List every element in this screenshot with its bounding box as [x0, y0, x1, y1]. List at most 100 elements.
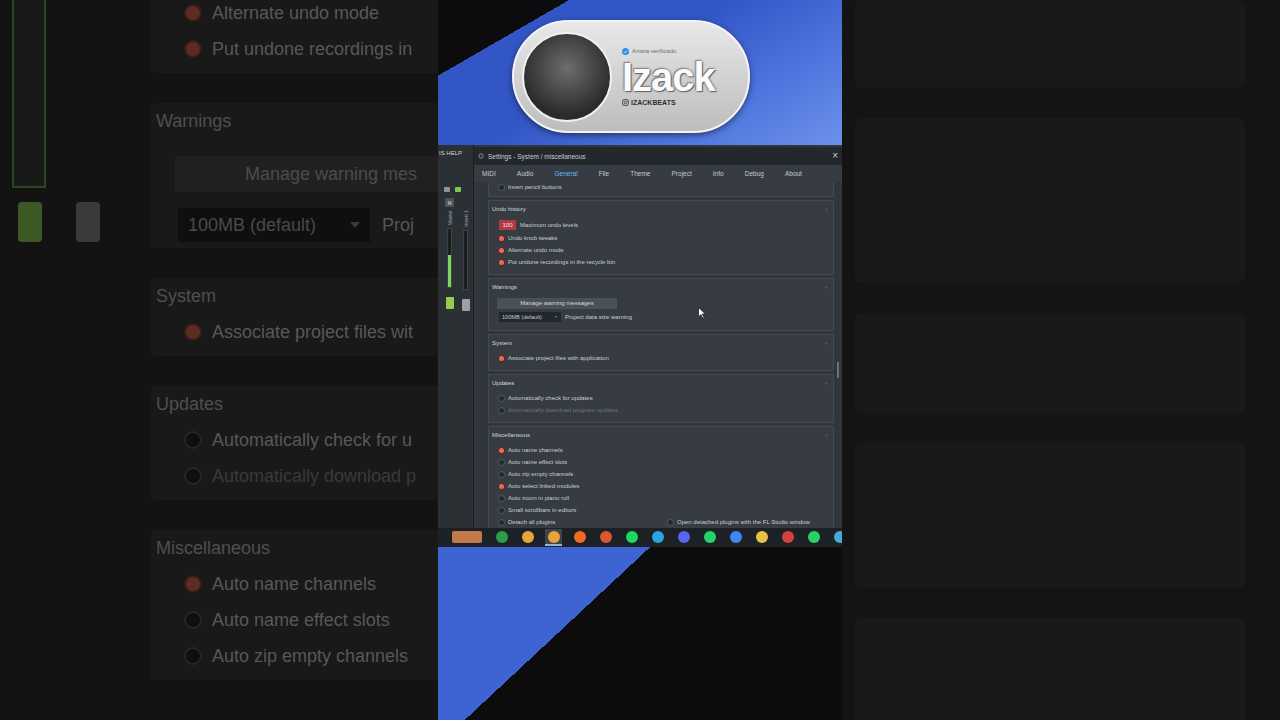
mute-badge[interactable]: M: [445, 198, 454, 207]
radio-dot[interactable]: [499, 484, 504, 489]
channel-fader[interactable]: [446, 297, 454, 309]
app-icon: [652, 531, 664, 543]
number-row: 100Maximum undo levels: [489, 218, 833, 232]
scrollbar[interactable]: [834, 182, 842, 528]
backdrop-heading: Updates: [156, 386, 438, 422]
taskbar-app[interactable]: [519, 529, 536, 546]
radio-dot[interactable]: [499, 460, 504, 465]
settings-tab[interactable]: About: [785, 170, 802, 177]
taskbar-app[interactable]: [831, 529, 842, 546]
taskbar-app[interactable]: [805, 529, 822, 546]
backdrop-panel: [855, 0, 1245, 88]
backdrop-panel: [855, 313, 1245, 413]
action-button[interactable]: Manage warning messages: [497, 298, 617, 309]
taskbar-app[interactable]: [571, 529, 588, 546]
radio-dot[interactable]: [499, 408, 504, 413]
collapse-icon[interactable]: [824, 207, 829, 212]
taskbar-app[interactable]: [675, 529, 692, 546]
radio-option[interactable]: Auto select linked modules: [499, 483, 579, 489]
video-frame: Alternate undo mode Put undone recordings…: [0, 0, 1280, 720]
number-field[interactable]: 100: [499, 220, 516, 230]
collapse-icon[interactable]: [824, 433, 829, 438]
radio-dot[interactable]: [499, 448, 504, 453]
taskbar-app[interactable]: [727, 529, 744, 546]
radio-dot[interactable]: [499, 185, 504, 190]
collapse-icon[interactable]: [824, 285, 829, 290]
app-icon: [452, 531, 482, 543]
collapse-icon[interactable]: [824, 381, 829, 386]
backdrop-radio-row: Associate project files wit: [156, 314, 438, 350]
settings-tab[interactable]: File: [599, 170, 609, 177]
settings-tab[interactable]: Debug: [745, 170, 764, 177]
mute-badge[interactable]: [461, 198, 470, 207]
settings-tab[interactable]: General: [554, 170, 577, 177]
radio-dot[interactable]: [499, 496, 504, 501]
taskbar-app[interactable]: [753, 529, 770, 546]
settings-tab[interactable]: Project: [672, 170, 692, 177]
section-header[interactable]: Warnings: [489, 281, 833, 293]
radio-option[interactable]: Automatically check for updates: [499, 395, 593, 401]
mixer-channel[interactable]: Insert 1: [459, 198, 472, 311]
radio-option[interactable]: Undo knob tweaks: [499, 235, 557, 241]
app-icon: [704, 531, 716, 543]
taskbar-app[interactable]: [597, 529, 614, 546]
radio-option[interactable]: Open detached plugins with the FL Studio…: [668, 519, 833, 525]
radio-option[interactable]: Automatically download program updates: [499, 407, 618, 413]
section-header[interactable]: Miscellaneous: [489, 429, 833, 441]
taskbar-app[interactable]: [493, 529, 510, 546]
settings-tab[interactable]: Info: [713, 170, 724, 177]
radio-dot[interactable]: [499, 520, 504, 525]
taskbar-app[interactable]: [623, 529, 640, 546]
settings-tab[interactable]: MIDI: [482, 170, 496, 177]
radio-option[interactable]: Alternate undo mode: [499, 247, 564, 253]
tool-icon[interactable]: [455, 187, 461, 192]
section-header[interactable]: System: [489, 337, 833, 349]
app-icon: [626, 531, 638, 543]
close-button[interactable]: ×: [832, 151, 838, 161]
collapse-icon[interactable]: [824, 341, 829, 346]
backdrop-settings: Alternate undo modePut undone recordings…: [150, 0, 438, 720]
radio-option[interactable]: Detach all plugins: [499, 519, 664, 525]
radio-option[interactable]: Put undone recordings in the recycle bin: [499, 259, 615, 265]
menu-bar[interactable]: IS HELP: [438, 145, 473, 183]
radio-dot[interactable]: [499, 236, 504, 241]
radio-row: Put undone recordings in the recycle bin: [489, 256, 833, 268]
radio-dot[interactable]: [499, 508, 504, 513]
radio-dot[interactable]: [499, 248, 504, 253]
radio-option[interactable]: Associate project files with application: [499, 355, 609, 361]
backdrop-dropdown-row: 100MB (default)Proj: [178, 208, 438, 242]
taskbar-app[interactable]: [649, 529, 666, 546]
taskbar-app[interactable]: [450, 529, 484, 546]
dropdown[interactable]: 100MB (default): [499, 312, 561, 322]
radio-option[interactable]: Auto zip empty channels: [499, 471, 573, 477]
backdrop-radio-dot: [184, 611, 202, 629]
settings-tab[interactable]: Audio: [517, 170, 534, 177]
channel-fader[interactable]: [462, 299, 470, 311]
radio-dot[interactable]: [499, 356, 504, 361]
radio-option[interactable]: Small scrollbars in editors: [499, 507, 576, 513]
taskbar-app[interactable]: [779, 529, 796, 546]
section-header[interactable]: Updates: [489, 377, 833, 389]
tool-icon[interactable]: [444, 187, 450, 192]
backdrop-panel: [855, 118, 1245, 283]
taskbar-app[interactable]: [701, 529, 718, 546]
radio-dot[interactable]: [668, 520, 673, 525]
radio-dot[interactable]: [499, 260, 504, 265]
taskbar-app[interactable]: [545, 529, 562, 546]
radio-dot[interactable]: [499, 472, 504, 477]
backdrop-fader: [76, 202, 100, 242]
scroll-thumb[interactable]: [837, 362, 839, 378]
radio-option[interactable]: Auto zoom in piano roll: [499, 495, 569, 501]
section-header[interactable]: Undo history: [489, 203, 833, 215]
radio-option[interactable]: Invert pencil buttons: [499, 184, 562, 190]
radio-row: Invert pencil buttons: [489, 182, 833, 193]
settings-tab[interactable]: Theme: [630, 170, 650, 177]
radio-dot[interactable]: [499, 396, 504, 401]
row-label: Alternate undo mode: [508, 247, 564, 253]
radio-option[interactable]: Auto name effect slots: [499, 459, 567, 465]
radio-row: Undo knob tweaks: [489, 232, 833, 244]
mixer-channel[interactable]: MMaster: [443, 198, 456, 311]
row-label: Auto zoom in piano roll: [508, 495, 569, 501]
settings-sections: Invert pencil buttons Undo history 100Maxi…: [488, 182, 834, 528]
radio-option[interactable]: Auto name channels: [499, 447, 563, 453]
